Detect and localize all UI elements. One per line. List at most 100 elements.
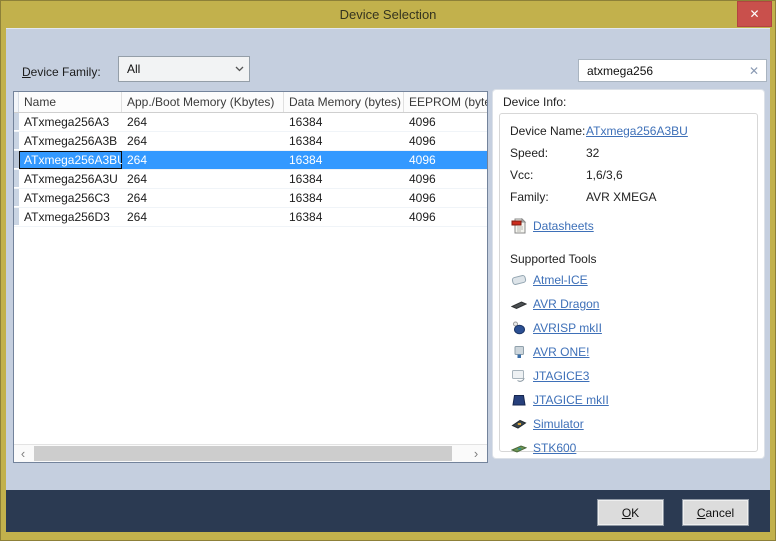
- device-info-header: Device Info:: [503, 95, 566, 109]
- supported-tool-item[interactable]: JTAGICE mkII: [510, 388, 757, 412]
- cell-data-memory[interactable]: 16384: [284, 189, 404, 207]
- device-family-label: Device Family:: [22, 65, 101, 79]
- cell-eeprom[interactable]: 4096: [404, 208, 487, 226]
- device-info-field: Vcc: 1,6/3,6: [510, 164, 757, 186]
- cell-eeprom[interactable]: 4096: [404, 170, 487, 188]
- table-body: ATxmega256A3 264 16384 4096 ATxmega256A3…: [14, 113, 487, 227]
- field-value: 32: [586, 146, 599, 160]
- table-row[interactable]: ATxmega256D3 264 16384 4096: [14, 208, 487, 227]
- search-input[interactable]: [579, 60, 742, 81]
- device-selection-dialog: { "colors": { "frame_gold": "#C2B14C", "…: [0, 0, 776, 541]
- datasheets-link[interactable]: Datasheets: [533, 219, 594, 233]
- tool-link[interactable]: STK600: [533, 441, 576, 455]
- tool-link[interactable]: AVR Dragon: [533, 297, 599, 311]
- simulator-icon: [510, 416, 527, 432]
- cell-eeprom[interactable]: 4096: [404, 189, 487, 207]
- table-row[interactable]: ATxmega256A3BU 264 16384 4096: [14, 151, 487, 170]
- cell-app-boot-memory[interactable]: 264: [122, 151, 284, 169]
- cell-name[interactable]: ATxmega256A3B: [19, 132, 122, 150]
- search-box: ✕: [578, 59, 767, 82]
- close-button[interactable]: ✕: [737, 1, 772, 27]
- cell-name[interactable]: ATxmega256A3BU: [19, 151, 122, 169]
- cell-data-memory[interactable]: 16384: [284, 170, 404, 188]
- cell-app-boot-memory[interactable]: 264: [122, 208, 284, 226]
- dialog-footer: OK Cancel: [6, 490, 770, 532]
- device-info-field: Device Name: ATxmega256A3BU: [510, 120, 757, 142]
- column-header-app-boot-memory[interactable]: App./Boot Memory (Kbytes): [122, 92, 284, 112]
- tool-link[interactable]: Simulator: [533, 417, 584, 431]
- device-info-box: Device Name: ATxmega256A3BU Speed: 32 Vc…: [499, 113, 758, 452]
- avrisp-mkii-icon: [510, 320, 527, 336]
- close-icon: ✕: [749, 7, 759, 21]
- field-label: Vcc:: [510, 168, 586, 182]
- cell-name[interactable]: ATxmega256D3: [19, 208, 122, 226]
- supported-tool-item[interactable]: AVR Dragon: [510, 292, 757, 316]
- column-header-data-memory[interactable]: Data Memory (bytes): [284, 92, 404, 112]
- supported-tools-header: Supported Tools: [510, 252, 757, 266]
- datasheets-row[interactable]: Datasheets: [510, 216, 757, 236]
- pdf-icon: [510, 218, 527, 234]
- supported-tool-item[interactable]: Atmel-ICE: [510, 268, 757, 292]
- supported-tool-item[interactable]: AVR ONE!: [510, 340, 757, 364]
- field-value-link[interactable]: ATxmega256A3BU: [586, 124, 688, 138]
- tool-link[interactable]: JTAGICE3: [533, 369, 589, 383]
- cell-data-memory[interactable]: 16384: [284, 132, 404, 150]
- device-family-selected-value: All: [119, 62, 229, 76]
- cell-name[interactable]: ATxmega256C3: [19, 189, 122, 207]
- cell-data-memory[interactable]: 16384: [284, 113, 404, 131]
- cell-eeprom[interactable]: 4096: [404, 151, 487, 169]
- scrollbar-thumb[interactable]: [34, 446, 452, 461]
- chevron-down-icon: [229, 66, 249, 72]
- cell-eeprom[interactable]: 4096: [404, 132, 487, 150]
- supported-tool-item[interactable]: AVRISP mkII: [510, 316, 757, 340]
- tool-link[interactable]: JTAGICE mkII: [533, 393, 609, 407]
- supported-tool-item[interactable]: STK600: [510, 436, 757, 460]
- ok-button[interactable]: OK: [598, 500, 663, 525]
- field-value: 1,6/3,6: [586, 168, 623, 182]
- jtagice-mkii-icon: [510, 392, 527, 408]
- cell-app-boot-memory[interactable]: 264: [122, 170, 284, 188]
- atmel-ice-icon: [510, 272, 527, 288]
- cell-app-boot-memory[interactable]: 264: [122, 189, 284, 207]
- scroll-right-icon[interactable]: ›: [467, 445, 485, 462]
- jtagice3-icon: [510, 368, 527, 384]
- table-header-row: Name App./Boot Memory (Kbytes) Data Memo…: [14, 92, 487, 113]
- cell-data-memory[interactable]: 16384: [284, 151, 404, 169]
- device-family-dropdown[interactable]: All: [118, 56, 250, 82]
- field-value: AVR XMEGA: [586, 190, 656, 204]
- cell-data-memory[interactable]: 16384: [284, 208, 404, 226]
- stk600-icon: [510, 440, 527, 456]
- horizontal-scrollbar[interactable]: ‹ ›: [14, 444, 487, 462]
- field-label: Family:: [510, 190, 586, 204]
- tool-link[interactable]: AVRISP mkII: [533, 321, 602, 335]
- tool-link[interactable]: AVR ONE!: [533, 345, 589, 359]
- table-row[interactable]: ATxmega256A3U 264 16384 4096: [14, 170, 487, 189]
- avr-one-icon: [510, 344, 527, 360]
- column-header-name[interactable]: Name: [19, 92, 122, 112]
- table-row[interactable]: ATxmega256A3 264 16384 4096: [14, 113, 487, 132]
- device-info-fields: Device Name: ATxmega256A3BU Speed: 32 Vc…: [500, 114, 757, 208]
- column-header-eeprom[interactable]: EEPROM (bytes): [404, 92, 487, 112]
- avr-dragon-icon: [510, 296, 527, 312]
- title-bar: Device Selection: [0, 0, 776, 28]
- cell-eeprom[interactable]: 4096: [404, 113, 487, 131]
- table-row[interactable]: ATxmega256A3B 264 16384 4096: [14, 132, 487, 151]
- search-clear-icon[interactable]: ✕: [742, 64, 766, 78]
- device-info-panel: Device Info: Device Name: ATxmega256A3BU…: [492, 89, 765, 459]
- device-table: Name App./Boot Memory (Kbytes) Data Memo…: [13, 91, 488, 463]
- supported-tools-list: Atmel-ICE AVR Dragon AVRISP mkII AVR ONE…: [500, 268, 757, 460]
- scroll-left-icon[interactable]: ‹: [14, 445, 32, 462]
- cell-app-boot-memory[interactable]: 264: [122, 132, 284, 150]
- dialog-content: Device Family: All ✕ Name App./Boot Memo…: [6, 28, 770, 532]
- cell-name[interactable]: ATxmega256A3U: [19, 170, 122, 188]
- supported-tool-item[interactable]: Simulator: [510, 412, 757, 436]
- cell-app-boot-memory[interactable]: 264: [122, 113, 284, 131]
- dialog-title: Device Selection: [340, 7, 437, 22]
- cancel-button[interactable]: Cancel: [683, 500, 748, 525]
- cell-name[interactable]: ATxmega256A3: [19, 113, 122, 131]
- tool-link[interactable]: Atmel-ICE: [533, 273, 588, 287]
- supported-tool-item[interactable]: JTAGICE3: [510, 364, 757, 388]
- table-row[interactable]: ATxmega256C3 264 16384 4096: [14, 189, 487, 208]
- field-label: Device Name:: [510, 124, 586, 138]
- device-info-field: Family: AVR XMEGA: [510, 186, 757, 208]
